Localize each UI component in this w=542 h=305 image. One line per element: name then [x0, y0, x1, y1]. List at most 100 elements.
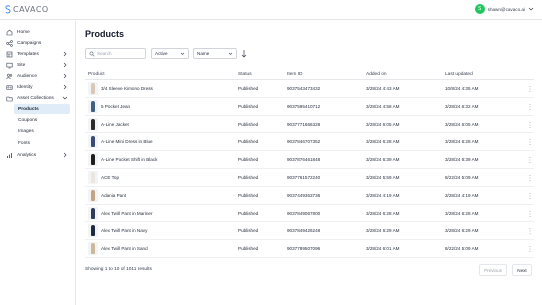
more-vertical-icon[interactable] [528, 156, 532, 164]
table-row[interactable]: Alex Twill Pant in Sand Published 90377895… [85, 240, 534, 258]
search-field[interactable] [85, 48, 146, 59]
product-status: Published [238, 121, 259, 127]
more-vertical-icon[interactable] [528, 227, 532, 235]
sidebar-item-identity[interactable]: Identity [3, 82, 71, 92]
product-added-on: 3/28/24 6:28 AM [366, 139, 400, 145]
sidebar-item-products[interactable]: Products [14, 104, 70, 114]
sidebar-item-images[interactable]: Images [14, 126, 70, 136]
sort-select[interactable]: Name [193, 48, 237, 59]
chevron-right-icon [63, 51, 67, 57]
column-header-product: Product [88, 72, 105, 77]
chevron-right-icon [63, 73, 67, 79]
table-row[interactable]: 3/4 Sleeve Kimono Dress Published 90375434… [85, 80, 534, 98]
sidebar-item-home[interactable]: Home [3, 27, 71, 37]
table-row[interactable]: A-Line Mini Dress in Blue Published 903784… [85, 133, 534, 152]
sidebar-item-coupons[interactable]: Coupons [14, 115, 70, 125]
sidebar-item-label: Identity [17, 84, 33, 90]
more-vertical-icon[interactable] [528, 192, 532, 200]
product-name: Adania Pant [101, 192, 127, 198]
product-thumbnail [88, 82, 98, 95]
chevron-down-icon[interactable] [528, 6, 534, 12]
sidebar-item-label: Home [17, 29, 30, 35]
user-email: shawn@cavaco.ai [487, 6, 525, 12]
product-name: Alex Twill Pant in Navy [101, 228, 148, 234]
table-row[interactable]: 5 Pocket Jean Published 9037595410712 3/28/… [85, 98, 534, 116]
column-header-item-id: Item ID [287, 72, 303, 77]
product-last-updated: 3/28/24 6:28 AM [445, 139, 479, 145]
product-thumbnail-figure [91, 189, 95, 201]
status-filter-select[interactable]: Active [151, 48, 189, 59]
product-last-updated: 3/28/24 6:29 AM [445, 228, 479, 234]
product-thumbnail [88, 135, 98, 149]
sidebar-item-audience[interactable]: Audience [3, 71, 71, 81]
search-icon [89, 51, 95, 57]
sidebar-item-label: Analytics [17, 152, 37, 158]
sidebar-item-site[interactable]: Site [3, 60, 71, 70]
product-name: A-Line Pocket Shift in Black [101, 157, 158, 163]
product-status: Published [238, 210, 259, 216]
product-item-id: 9037849067800 [287, 210, 321, 216]
more-vertical-icon[interactable] [528, 85, 532, 93]
product-last-updated: 8/22/24 5:09 AM [445, 246, 479, 252]
more-vertical-icon[interactable] [528, 121, 532, 129]
product-item-id: 9037876461848 [287, 157, 321, 163]
sidebar-item-label: Fonts [18, 140, 30, 146]
audience-icon [6, 73, 13, 79]
more-vertical-icon[interactable] [528, 138, 532, 146]
previous-button[interactable]: Previous [479, 264, 507, 276]
next-button[interactable]: Next [512, 264, 532, 276]
product-item-id: 9037846707352 [287, 139, 321, 145]
product-added-on: 3/28/24 4:43 AM [366, 86, 400, 91]
home-icon [6, 29, 13, 35]
identity-icon [6, 84, 13, 90]
product-name: A-Line Mini Dress in Blue [101, 139, 153, 145]
product-thumbnail [88, 117, 98, 131]
brand-logo[interactable]: CAVACO [5, 5, 49, 14]
sidebar-item-asset-collections[interactable]: Asset Collections [3, 93, 71, 103]
table-row[interactable]: A-Line Jacket Published 9037771666328 3/28/… [85, 116, 534, 134]
table-row[interactable]: Alex Twill Pant in Mariner Published 90378… [85, 205, 534, 223]
sidebar-item-analytics[interactable]: Analytics [3, 150, 71, 160]
more-vertical-icon[interactable] [528, 245, 532, 253]
sort-direction-icon[interactable] [240, 49, 248, 58]
more-vertical-icon[interactable] [528, 174, 532, 182]
product-status: Published [238, 103, 259, 109]
table-row[interactable]: A-Line Pocket Shift in Black Published 903… [85, 151, 534, 169]
product-thumbnail [88, 224, 98, 238]
product-added-on: 3/28/24 6:28 AM [366, 210, 400, 216]
table-row[interactable]: Adania Pant Published 9037449363736 3/28/24… [85, 187, 534, 205]
table-row[interactable]: Alex Twill Pant in Navy Published 90378494… [85, 222, 534, 241]
user-menu[interactable]: S shawn@cavaco.ai [474, 4, 534, 14]
product-name: Alex Twill Pant in Mariner [101, 210, 153, 216]
sidebar-item-label: Images [18, 128, 34, 134]
more-vertical-icon[interactable] [528, 103, 532, 111]
product-status: Published [238, 246, 259, 252]
product-last-updated: 3/28/24 4:19 AM [445, 192, 479, 198]
chevron-down-icon [228, 52, 233, 55]
product-thumbnail-figure [91, 83, 95, 94]
product-item-id: 9037771666328 [287, 121, 321, 127]
sidebar-item-label: Campaigns [17, 40, 42, 46]
sidebar-item-fonts[interactable]: Fonts [14, 138, 70, 148]
product-added-on: 3/28/24 6:39 AM [366, 157, 400, 163]
product-thumbnail-figure [91, 225, 95, 237]
more-vertical-icon[interactable] [528, 210, 532, 218]
sidebar-item-templates[interactable]: Templates [3, 49, 71, 59]
product-thumbnail [88, 99, 98, 113]
sidebar-item-label: Coupons [18, 117, 38, 123]
product-last-updated: 8/22/24 5:09 AM [445, 174, 479, 180]
product-thumbnail-figure [91, 154, 95, 166]
product-name: 3/4 Sleeve Kimono Dress [101, 86, 153, 91]
search-input[interactable] [97, 51, 145, 56]
product-name: 5 Pocket Jean [101, 103, 131, 109]
avatar[interactable]: S [474, 4, 485, 14]
product-thumbnail [88, 242, 98, 256]
product-status: Published [238, 86, 259, 91]
sidebar-item-campaigns[interactable]: Campaigns [3, 38, 71, 48]
products-table: Product Status Item ID Added on Last upd… [85, 70, 534, 258]
product-status: Published [238, 228, 259, 234]
chevron-right-icon [63, 84, 67, 90]
templates-icon [6, 51, 13, 57]
product-last-updated: 3/28/24 6:32 AM [445, 103, 479, 109]
table-row[interactable]: ACE Top Published 9037761572240 3/28/24 5:5… [85, 169, 534, 187]
